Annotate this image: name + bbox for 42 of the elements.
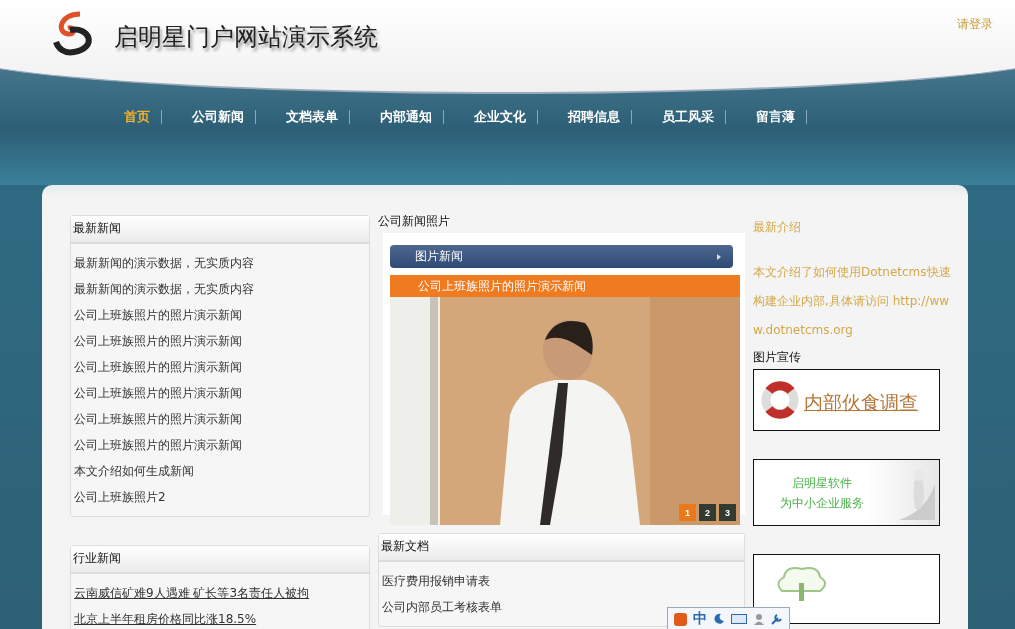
ime-logo-icon [674,612,687,626]
nav-tab[interactable]: 文档表单 [280,110,350,124]
slide-page-button[interactable]: 3 [719,504,736,521]
news-link[interactable]: 北京上半年租房价格同比涨18.5% [74,606,369,629]
slide-page-button[interactable]: 2 [699,504,716,521]
wrench-icon[interactable] [771,613,783,625]
document-link[interactable]: 医疗费用报销申请表 [382,568,744,594]
news-link[interactable]: 公司上班族照片的照片演示新闻 [74,354,369,380]
lifebuoy-icon [760,380,800,420]
user-icon[interactable] [753,613,765,625]
news-link[interactable]: 公司上班族照片的照片演示新闻 [74,432,369,458]
intro-text: 本文介绍了如何使用Dotnetcms快速构建企业内部,具体请访问 http://www.dotnetcms.org [753,264,952,339]
intro-title: 最新介绍 [753,219,802,236]
section-title: 图片宣传 [753,349,802,365]
news-link[interactable]: 公司上班族照片的照片演示新闻 [74,302,369,328]
news-link[interactable]: 公司上班族照片2 [74,484,369,510]
news-link[interactable]: 公司上班族照片的照片演示新闻 [74,328,369,354]
cloud-banner[interactable] [753,554,940,624]
arrow-icon [717,253,721,260]
moon-icon[interactable] [713,613,725,625]
nav-tab[interactable]: 员工风采 [656,110,726,124]
box-header: 行业新闻 [71,546,369,574]
news-link[interactable]: 最新新闻的演示数据，无实质内容 [74,276,369,302]
news-link[interactable]: 云南威信矿难9人遇难 矿长等3名责任人被拘 [74,580,369,606]
section-title: 公司新闻照片 [378,213,451,229]
news-link[interactable]: 最新新闻的演示数据，无实质内容 [74,250,369,276]
nav-tab[interactable]: 内部通知 [374,110,444,124]
slide-caption: 公司上班族照片的照片演示新闻 [390,275,740,297]
nav-tab[interactable]: 招聘信息 [562,110,632,124]
nav-tab[interactable]: 公司新闻 [186,110,256,124]
nav-tab[interactable]: 留言薄 [750,110,807,124]
box-header: 最新新闻 [71,216,369,244]
nav-tab[interactable]: 企业文化 [468,110,538,124]
news-link[interactable]: 公司上班族照片的照片演示新闻 [74,380,369,406]
survey-banner[interactable]: 内部伙食调查 [753,369,940,431]
ime-mode-button[interactable]: 中 [693,610,707,628]
news-link[interactable]: 公司上班族照片的照片演示新闻 [74,406,369,432]
site-title: 启明星门户网站演示系统 [114,22,378,53]
news-link[interactable]: 本文介绍如何生成新闻 [74,458,369,484]
keyboard-icon[interactable] [731,613,747,625]
box-header: 最新文档 [379,534,744,562]
slideshow-tab-bar[interactable]: 图片新闻 [390,245,733,268]
